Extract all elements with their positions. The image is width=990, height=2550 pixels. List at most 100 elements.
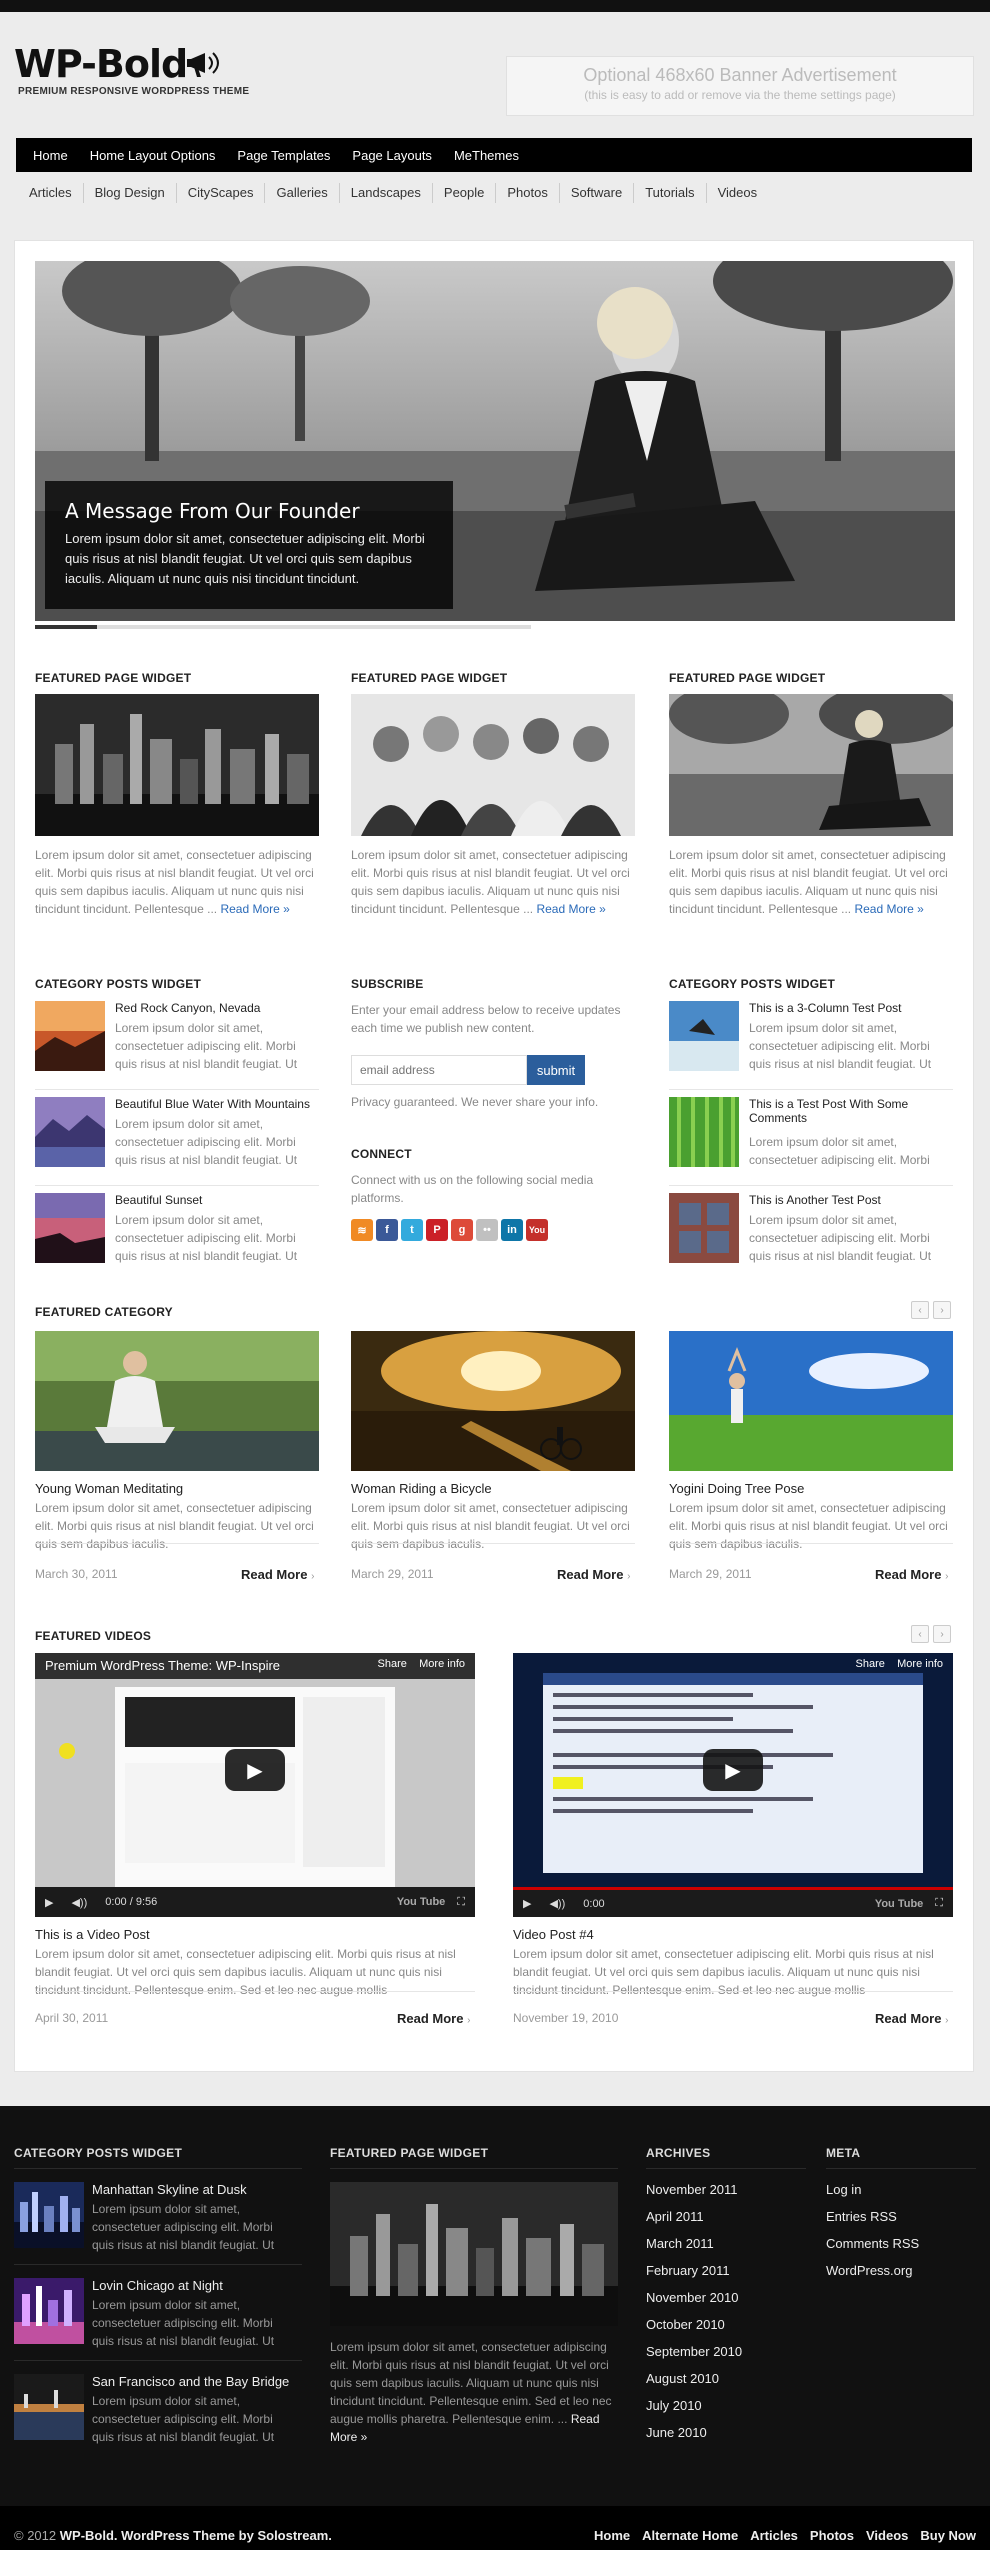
post-title[interactable]: Beautiful Sunset [115, 1193, 202, 1207]
post-thumbnail[interactable] [35, 1193, 105, 1263]
chevron-left-icon[interactable]: ‹ [911, 1301, 929, 1319]
post-title[interactable]: Beautiful Blue Water With Mountains [115, 1097, 310, 1111]
video-player[interactable]: Premium WordPress Theme: WP-Inspire Shar… [35, 1653, 475, 1917]
post-title[interactable]: Woman Riding a Bicycle [351, 1481, 492, 1496]
read-more-button[interactable]: Read More › [241, 1567, 314, 1582]
more-info-button[interactable]: More info [419, 1658, 465, 1670]
read-more-button[interactable]: Read More › [875, 1567, 948, 1582]
post-image[interactable] [35, 1331, 319, 1471]
featured-page-image[interactable] [669, 694, 953, 836]
post-title[interactable]: Lovin Chicago at Night [92, 2278, 223, 2293]
nav-page-templates[interactable]: Page Templates [226, 148, 341, 163]
nav-landscapes[interactable]: Landscapes [340, 183, 433, 203]
post-title[interactable]: This is a Test Post With Some Comments [749, 1097, 949, 1125]
nav-blog-design[interactable]: Blog Design [84, 183, 177, 203]
more-info-button[interactable]: More info [897, 1658, 943, 1670]
youtube-logo[interactable]: You Tube [397, 1896, 445, 1908]
post-title[interactable]: Video Post #4 [513, 1927, 594, 1942]
post-thumbnail[interactable] [35, 1001, 105, 1071]
pinterest-icon[interactable]: P [426, 1219, 448, 1241]
rss-icon[interactable]: ≋ [351, 1219, 373, 1241]
play-small-icon[interactable]: ▶ [523, 1897, 531, 1910]
email-field[interactable] [351, 1055, 527, 1085]
read-more-button[interactable]: Read More › [397, 2011, 470, 2026]
site-logo[interactable]: WP-Bold PREMIUM RESPONSIVE WORDPRESS THE… [14, 42, 249, 97]
archive-link[interactable]: October 2010 [646, 2317, 742, 2344]
slider-title[interactable]: A Message From Our Founder [65, 499, 433, 523]
archive-link[interactable]: November 2011 [646, 2182, 742, 2209]
share-button[interactable]: Share [378, 1658, 407, 1670]
facebook-icon[interactable]: f [376, 1219, 398, 1241]
chevron-left-icon[interactable]: ‹ [911, 1625, 929, 1643]
nav-methemes[interactable]: MeThemes [443, 148, 530, 163]
nav-articles[interactable]: Articles [18, 183, 84, 203]
read-more-link[interactable]: Read More » [536, 902, 605, 916]
fullscreen-icon[interactable]: ⛶ [935, 1897, 943, 1910]
read-more-button[interactable]: Read More › [557, 1567, 630, 1582]
nav-photos[interactable]: Photos [496, 183, 560, 203]
flickr-icon[interactable]: •• [476, 1219, 498, 1241]
archive-link[interactable]: November 2010 [646, 2290, 742, 2317]
bottom-nav-articles[interactable]: Articles [750, 2528, 798, 2543]
meta-link-comments-rss[interactable]: Comments RSS [826, 2236, 919, 2263]
post-thumbnail[interactable] [669, 1193, 739, 1263]
copyright-author-link[interactable]: Solostream. [257, 2528, 331, 2543]
volume-icon[interactable]: ◀)) [549, 1897, 565, 1910]
meta-link-login[interactable]: Log in [826, 2182, 919, 2209]
slider-dot[interactable] [469, 625, 531, 629]
nav-cityscapes[interactable]: CityScapes [177, 183, 266, 203]
post-title[interactable]: This is Another Test Post [749, 1193, 881, 1207]
post-thumbnail[interactable] [35, 1097, 105, 1167]
volume-icon[interactable]: ◀)) [71, 1896, 87, 1909]
bottom-nav-videos[interactable]: Videos [866, 2528, 908, 2543]
nav-tutorials[interactable]: Tutorials [634, 183, 707, 203]
featured-page-image[interactable] [330, 2182, 618, 2326]
post-thumbnail[interactable] [14, 2374, 84, 2440]
slider-dot[interactable] [345, 625, 407, 629]
post-image[interactable] [669, 1331, 953, 1471]
archive-link[interactable]: July 2010 [646, 2398, 742, 2425]
youtube-icon[interactable]: You [526, 1219, 548, 1241]
bottom-nav-alternate-home[interactable]: Alternate Home [642, 2528, 738, 2543]
post-image[interactable] [351, 1331, 635, 1471]
featured-page-image[interactable] [35, 694, 319, 836]
archive-link[interactable]: August 2010 [646, 2371, 742, 2398]
nav-home-layout-options[interactable]: Home Layout Options [79, 148, 227, 163]
meta-link-wordpress[interactable]: WordPress.org [826, 2263, 919, 2290]
nav-page-layouts[interactable]: Page Layouts [341, 148, 443, 163]
slider-dot[interactable] [407, 625, 469, 629]
nav-software[interactable]: Software [560, 183, 635, 203]
video-player[interactable]: Share More info ▶ ▶ ◀)) 0:00 You Tube ⛶ [513, 1653, 953, 1917]
twitter-icon[interactable]: t [401, 1219, 423, 1241]
post-title[interactable]: Young Woman Meditating [35, 1481, 183, 1496]
post-thumbnail[interactable] [669, 1001, 739, 1071]
slider-dot[interactable] [35, 625, 97, 629]
banner-ad[interactable]: Optional 468x60 Banner Advertisement (th… [506, 56, 974, 116]
post-title[interactable]: This is a Video Post [35, 1927, 150, 1942]
fullscreen-icon[interactable]: ⛶ [457, 1896, 465, 1909]
archive-link[interactable]: June 2010 [646, 2425, 742, 2452]
featured-page-image[interactable] [351, 694, 635, 836]
meta-link-entries-rss[interactable]: Entries RSS [826, 2209, 919, 2236]
submit-button[interactable]: submit [527, 1055, 585, 1085]
post-thumbnail[interactable] [14, 2278, 84, 2344]
bottom-nav-home[interactable]: Home [594, 2528, 630, 2543]
video-title[interactable]: Premium WordPress Theme: WP-Inspire [45, 1658, 280, 1674]
bottom-nav-buy-now[interactable]: Buy Now [920, 2528, 976, 2543]
post-title[interactable]: This is a 3-Column Test Post [749, 1001, 902, 1015]
copyright-site-link[interactable]: WP-Bold [60, 2528, 114, 2543]
slider-dot[interactable] [283, 625, 345, 629]
youtube-logo[interactable]: You Tube [875, 1898, 923, 1910]
post-thumbnail[interactable] [14, 2182, 84, 2248]
chevron-right-icon[interactable]: › [933, 1301, 951, 1319]
post-title[interactable]: San Francisco and the Bay Bridge [92, 2374, 289, 2389]
nav-home[interactable]: Home [22, 148, 79, 163]
chevron-right-icon[interactable]: › [933, 1625, 951, 1643]
google-plus-icon[interactable]: g [451, 1219, 473, 1241]
read-more-link[interactable]: Read More » [854, 902, 923, 916]
archive-link[interactable]: April 2011 [646, 2209, 742, 2236]
post-thumbnail[interactable] [669, 1097, 739, 1167]
post-title[interactable]: Red Rock Canyon, Nevada [115, 1001, 260, 1015]
post-title[interactable]: Yogini Doing Tree Pose [669, 1481, 804, 1496]
slider-dot[interactable] [221, 625, 283, 629]
